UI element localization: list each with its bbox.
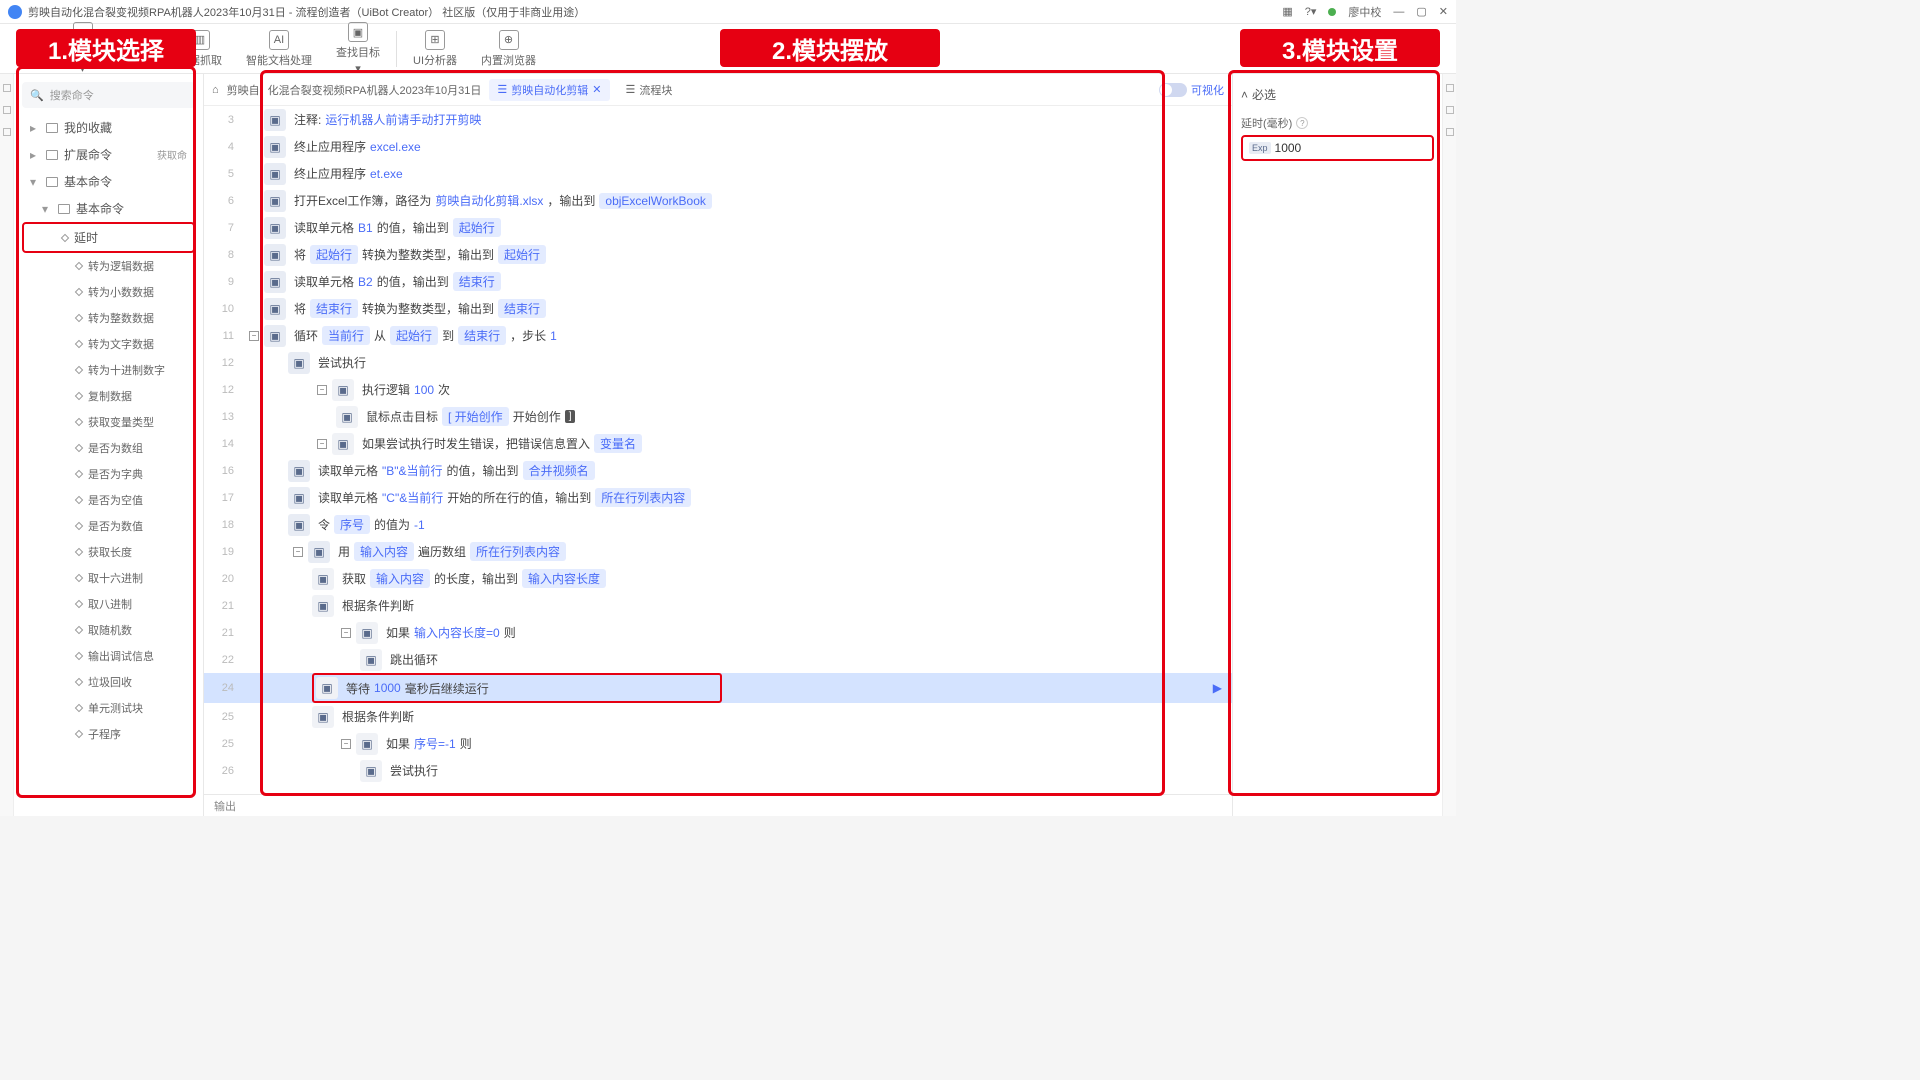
user-name[interactable]: 廖中校 xyxy=(1348,4,1381,20)
help-icon[interactable]: ?▾ xyxy=(1305,5,1317,18)
output-bar[interactable]: 输出 xyxy=(204,794,1232,816)
annotation-3-box xyxy=(1228,70,1440,796)
annotation-3: 3.模块设置 xyxy=(1240,29,1440,67)
play-icon[interactable]: ▶ xyxy=(1213,681,1222,695)
status-dot-icon xyxy=(1328,8,1336,16)
visual-toggle[interactable]: 可视化 xyxy=(1159,82,1224,98)
home-icon[interactable]: ⌂ xyxy=(212,84,219,96)
doc-button[interactable]: AI智能文档处理 xyxy=(234,26,324,72)
grid-icon[interactable]: ▦ xyxy=(1282,5,1292,18)
app-logo-icon xyxy=(8,5,22,19)
browser-button[interactable]: ⊕内置浏览器 xyxy=(469,26,548,72)
left-rail xyxy=(0,74,14,816)
minimize-icon[interactable]: — xyxy=(1393,6,1404,18)
annotation-2: 2.模块摆放 xyxy=(720,29,940,67)
annotation-1: 1.模块选择 xyxy=(16,29,196,67)
ui-analyzer-button[interactable]: ⊞UI分析器 xyxy=(401,26,469,72)
annotation-1-box xyxy=(16,66,196,798)
right-rail xyxy=(1442,74,1456,816)
close-icon[interactable]: ✕ xyxy=(1439,5,1448,18)
annotation-2-box xyxy=(260,70,1165,796)
window-title: 剪映自动化混合裂变视频RPA机器人2023年10月31日 - 流程创造者（UiB… xyxy=(28,4,585,20)
title-bar: 剪映自动化混合裂变视频RPA机器人2023年10月31日 - 流程创造者（UiB… xyxy=(0,0,1456,24)
maximize-icon[interactable]: ▢ xyxy=(1416,5,1426,18)
